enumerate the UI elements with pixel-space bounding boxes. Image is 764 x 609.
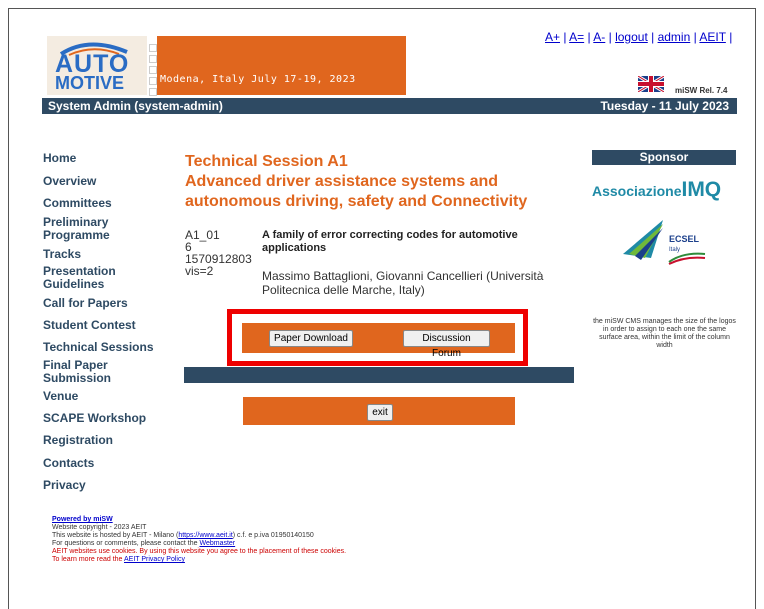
nav-item-scape-workshop[interactable]: SCAPE Workshop [43, 412, 146, 425]
session-title-line3: autonomous driving, safety and Connectiv… [185, 193, 528, 210]
sponsor-heading: Sponsor [592, 150, 736, 165]
nav-item-final-paper-submission[interactable]: Final Paper Submission [43, 359, 123, 385]
session-title-line2: Advanced driver assistance systems and [185, 173, 499, 190]
logout-link[interactable]: logout [615, 30, 648, 44]
nav-item-overview[interactable]: Overview [43, 175, 96, 188]
banner-orange-panel: Modena, Italy July 17-19, 2023 [157, 36, 406, 95]
webmaster-link[interactable]: Webmaster [199, 540, 235, 547]
banner-tagline: Modena, Italy July 17-19, 2023 [160, 74, 356, 85]
logo-text-motive: MOTIVE [55, 73, 125, 93]
session-title-line1: Technical Session A1 [185, 153, 348, 170]
paper-authors: Massimo Battaglioni, Giovanni Cancellier… [262, 269, 544, 297]
top-links: A+ | A= | A- | logout | admin | AEIT | [545, 30, 733, 44]
header-bar: System Admin (system-admin) Tuesday - 11… [42, 98, 737, 114]
exit-button[interactable]: exit [367, 404, 393, 421]
nav-item-home[interactable]: Home [43, 152, 76, 165]
font-reset-link[interactable]: A= [569, 30, 584, 44]
session-title: Technical Session A1 Advanced driver ass… [185, 152, 527, 212]
footer-learn-more: To learn more read the AEIT Privacy Poli… [52, 556, 185, 563]
footer-questions: For questions or comments, please contac… [52, 540, 236, 547]
nav-item-preliminary-programme[interactable]: Preliminary Programme [43, 216, 123, 242]
nav-item-privacy[interactable]: Privacy [43, 479, 86, 492]
imq-sponsor-logo[interactable]: AssociazioneIMQ [592, 178, 721, 202]
automotive-logo: AUTO MOTIVE [47, 36, 147, 95]
content-divider-bar [184, 367, 574, 383]
nav-item-contacts[interactable]: Contacts [43, 457, 94, 470]
nav-item-tracks[interactable]: Tracks [43, 248, 81, 261]
nav-item-technical-sessions[interactable]: Technical Sessions [43, 341, 154, 354]
imq-logo-bold: IMQ [681, 178, 722, 201]
nav-item-registration[interactable]: Registration [43, 434, 113, 447]
nav-item-committees[interactable]: Committees [43, 197, 112, 210]
logo-text-auto: AUTO [55, 50, 130, 78]
release-label: miSW Rel. 7.4 [675, 86, 728, 95]
conference-banner[interactable]: AUTO MOTIVE Modena, Italy July 17-19, 20… [47, 36, 406, 96]
footer: Powered by miSW Website copyright - 2023… [52, 516, 346, 564]
paper-actions-bar: Paper Download Discussion Forum [242, 323, 515, 359]
footer-copyright: Website copyright - 2023 AEIT [52, 524, 147, 531]
discussion-forum-button[interactable]: Discussion Forum [403, 330, 490, 359]
ecsel-logo-text: ECSEL [669, 234, 700, 244]
current-date: Tuesday - 11 July 2023 [600, 99, 729, 113]
paper-visibility: vis=2 [185, 264, 214, 278]
ecsel-sponsor-logo[interactable]: ECSEL Italy [619, 218, 709, 268]
footer-cookies: AEIT websites use cookies. By using this… [52, 548, 347, 555]
aeit-website-link[interactable]: https://www.aeit.it [178, 532, 232, 539]
nav-item-call-for-papers[interactable]: Call for Papers [43, 297, 128, 310]
privacy-policy-link[interactable]: AEIT Privacy Policy [124, 556, 185, 563]
paper-code: A1_01 [185, 228, 220, 242]
nav-item-presentation-guidelines[interactable]: Presentation Guidelines [43, 265, 133, 291]
paper-title: A family of error correcting codes for a… [262, 229, 518, 254]
font-decrease-link[interactable]: A- [593, 30, 605, 44]
sponsor-note: the miSW CMS manages the size of the log… [593, 318, 736, 349]
aeit-link[interactable]: AEIT [699, 30, 725, 44]
powered-by-link[interactable]: Powered by miSW [52, 516, 113, 523]
english-flag-icon[interactable] [638, 76, 664, 92]
footer-hosted: This website is hosted by AEIT - Milano … [52, 532, 314, 539]
admin-link[interactable]: admin [658, 30, 691, 44]
paper-download-button[interactable]: Paper Download [269, 330, 353, 347]
ecsel-logo-subtext: Italy [669, 247, 680, 253]
imq-logo-text: Associazione [592, 183, 682, 199]
banner-squares [147, 44, 157, 99]
paper-identifiers: A1_01 6 1570912803 vis=2 [185, 229, 252, 277]
exit-bar: exit [243, 397, 515, 425]
nav-item-venue[interactable]: Venue [43, 390, 78, 403]
font-increase-link[interactable]: A+ [545, 30, 560, 44]
nav-item-student-contest[interactable]: Student Contest [43, 319, 136, 332]
current-user: System Admin (system-admin) [48, 99, 223, 113]
